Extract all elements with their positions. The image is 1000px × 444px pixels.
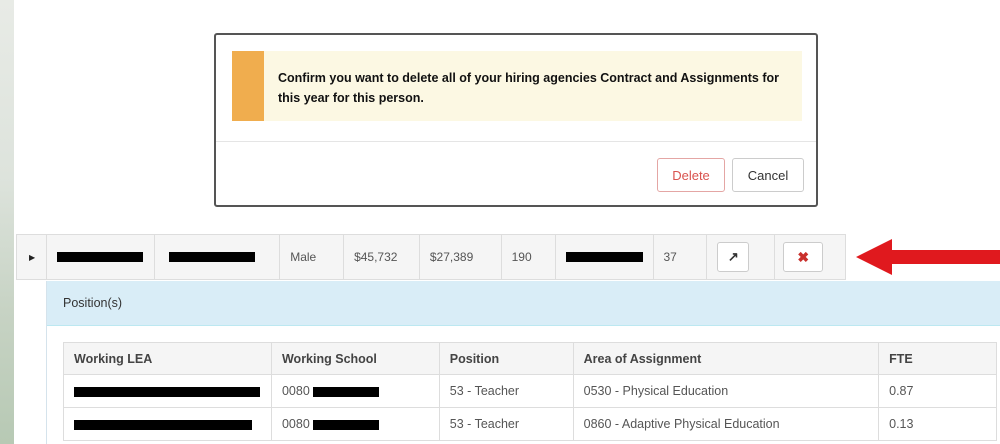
redacted-text [56, 252, 143, 262]
modal-divider [216, 141, 816, 142]
fte-cell: 0.13 [878, 407, 997, 441]
edit-cell: ↗ [707, 235, 776, 279]
positions-panel: Position(s) Working LEA Working School P… [46, 281, 1000, 444]
table-header-row: Working LEA Working School Position Area… [63, 342, 997, 375]
column-header: Position [438, 342, 574, 375]
positions-table: Working LEA Working School Position Area… [63, 342, 997, 441]
column-header: Working School [270, 342, 440, 375]
confirm-message: Confirm you want to delete all of your h… [278, 71, 779, 105]
school-code: 0080 [281, 384, 310, 398]
redacted-cell-2 [155, 235, 281, 279]
triangle-right-icon[interactable]: ▶ [29, 253, 35, 262]
column-header: FTE [878, 342, 997, 375]
working-lea-cell [63, 407, 272, 441]
redacted-text [74, 386, 260, 397]
salary-cell-2: $27,389 [420, 235, 502, 279]
position-cell: 53 - Teacher [438, 407, 574, 441]
area-cell: 0860 - Adaptive Physical Education [572, 407, 880, 441]
table-row: 0080 53 - Teacher 0530 - Physical Educat… [63, 374, 997, 408]
warning-alert: Confirm you want to delete all of your h… [232, 51, 802, 121]
delete-row-button[interactable]: ✖ [783, 242, 824, 272]
edit-button[interactable]: ↗ [717, 242, 750, 272]
school-code: 0080 [281, 417, 310, 431]
column-header: Area of Assignment [572, 342, 880, 375]
background-strip [0, 0, 14, 444]
number-cell: 37 [654, 235, 708, 279]
expand-cell[interactable]: ▶ [17, 235, 47, 279]
working-school-cell: 0080 [270, 374, 440, 408]
redacted-cell-1 [47, 235, 155, 279]
days-cell: 190 [502, 235, 556, 279]
employee-row: ▶ Male $45,732 $27,389 190 37 ↗ ✖ [16, 234, 846, 280]
redacted-text [168, 252, 255, 262]
working-lea-cell [63, 374, 272, 408]
redacted-text [74, 419, 252, 430]
redacted-cell-3 [556, 235, 654, 279]
fte-cell: 0.87 [878, 374, 997, 408]
salary-cell-1: $45,732 [344, 235, 420, 279]
delete-cell: ✖ [775, 235, 845, 279]
area-cell: 0530 - Physical Education [572, 374, 880, 408]
confirm-delete-modal: Confirm you want to delete all of your h… [214, 33, 818, 207]
close-icon: ✖ [797, 248, 810, 265]
edit-icon: ↗ [727, 249, 739, 264]
column-header: Working LEA [63, 342, 272, 375]
redacted-text [565, 252, 643, 262]
table-row: 0080 53 - Teacher 0860 - Adaptive Physic… [63, 407, 997, 441]
redacted-text [313, 386, 380, 397]
positions-heading: Position(s) [47, 281, 1000, 326]
cancel-button[interactable]: Cancel [732, 158, 804, 192]
warning-bar [232, 51, 264, 121]
redacted-text [313, 419, 380, 430]
gender-cell: Male [280, 235, 345, 279]
delete-button[interactable]: Delete [657, 158, 725, 192]
arrow-left-icon [856, 239, 1000, 275]
position-cell: 53 - Teacher [438, 374, 574, 408]
working-school-cell: 0080 [270, 407, 440, 441]
